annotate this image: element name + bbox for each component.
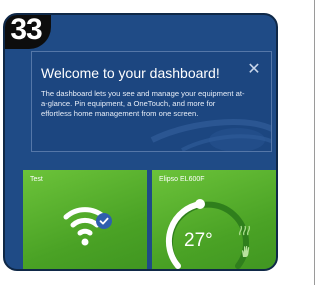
heat-wave-icon	[238, 225, 251, 236]
step-number-badge: 33	[5, 15, 51, 49]
equipment-tile-test[interactable]: Test	[23, 170, 147, 269]
hand-icon	[242, 245, 250, 257]
page-border	[314, 0, 315, 285]
welcome-description: The dashboard lets you see and manage yo…	[41, 89, 245, 118]
welcome-card: Welcome to your dashboard! The dashboard…	[31, 51, 272, 152]
checkmark-icon	[96, 213, 112, 229]
temperature-value: 27°	[184, 230, 213, 251]
welcome-title: Welcome to your dashboard!	[41, 65, 220, 81]
thermostat-dial	[165, 199, 249, 269]
wifi-icon	[63, 207, 107, 246]
equipment-tile-elipso[interactable]: Elipso EL600F 27°	[152, 170, 276, 269]
close-icon[interactable]: ✕	[246, 62, 262, 78]
dashboard-panel: 33 Welcome to your dashboard! The dashbo…	[3, 13, 278, 271]
